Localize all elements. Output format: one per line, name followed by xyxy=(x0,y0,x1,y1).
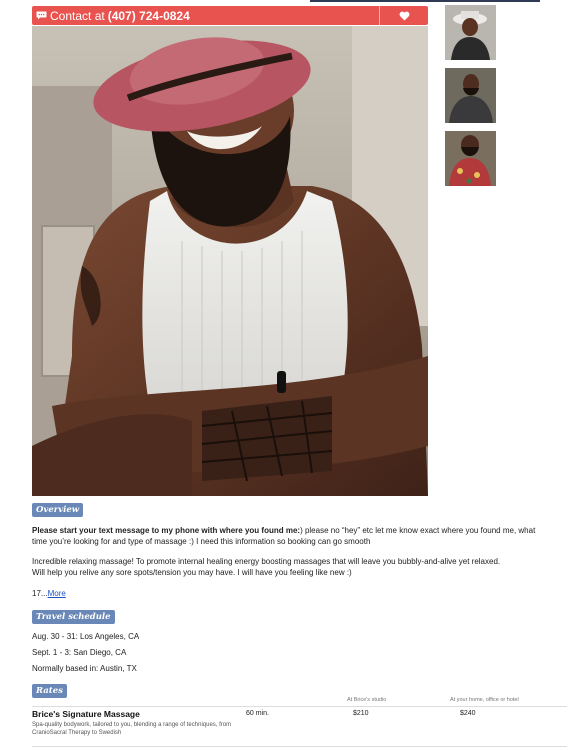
profile-photo-illustration xyxy=(32,26,428,496)
rate-studio-price: $210 xyxy=(353,710,369,717)
thumbnail-photo-2[interactable] xyxy=(445,68,496,123)
rate-duration: 60 min. xyxy=(246,710,269,717)
travel-schedule-tag: Travel schedule xyxy=(32,610,115,624)
overview-intro: Please start your text message to my pho… xyxy=(32,525,552,547)
rates-bottom-divider xyxy=(32,746,567,747)
main-profile-photo[interactable] xyxy=(32,26,428,496)
header-accent-line xyxy=(310,0,540,2)
overview-more-row: 17...More xyxy=(32,588,552,599)
travel-entry: Sept. 1 - 3: San Diego, CA xyxy=(32,648,127,657)
phone-number[interactable]: (407) 724-0824 xyxy=(108,9,190,23)
overview-truncated: 17... xyxy=(32,589,48,598)
overview-tag: Overview xyxy=(32,503,84,517)
thumbnail-photo-1[interactable] xyxy=(445,5,496,60)
thumbnail-photo-3[interactable] xyxy=(445,131,496,186)
rates-col-studio: At Brice's studio xyxy=(347,697,387,703)
rate-name: Brice's Signature Massage xyxy=(32,709,140,719)
contact-label: Contact at xyxy=(50,8,105,23)
contact-bar: Contact at (407) 724-0824 xyxy=(32,6,428,25)
rates-col-outcall: At your home, office or hotel xyxy=(450,697,519,703)
chat-bubble-icon xyxy=(36,11,47,20)
heart-icon xyxy=(399,11,409,20)
rate-description: Spa-quality bodywork, tailored to you, b… xyxy=(32,722,232,736)
rate-outcall-price: $240 xyxy=(460,710,476,717)
overview-para2-line2: Will help you relive any sore spots/tens… xyxy=(32,568,352,577)
overview-para2-line1: Incredible relaxing massage! To promote … xyxy=(32,557,501,566)
rates-tag: Rates xyxy=(32,684,67,698)
rates-divider xyxy=(32,706,567,707)
overview-intro-bold: Please start your text message to my pho… xyxy=(32,526,301,535)
contact-button[interactable]: Contact at (407) 724-0824 xyxy=(32,6,379,25)
read-more-link[interactable]: More xyxy=(48,589,66,598)
favorite-button[interactable] xyxy=(380,6,428,25)
based-in-text: Normally based in: Austin, TX xyxy=(32,664,137,673)
photo-thumbnails xyxy=(445,5,497,194)
travel-entry: Aug. 30 - 31: Los Angeles, CA xyxy=(32,632,140,641)
